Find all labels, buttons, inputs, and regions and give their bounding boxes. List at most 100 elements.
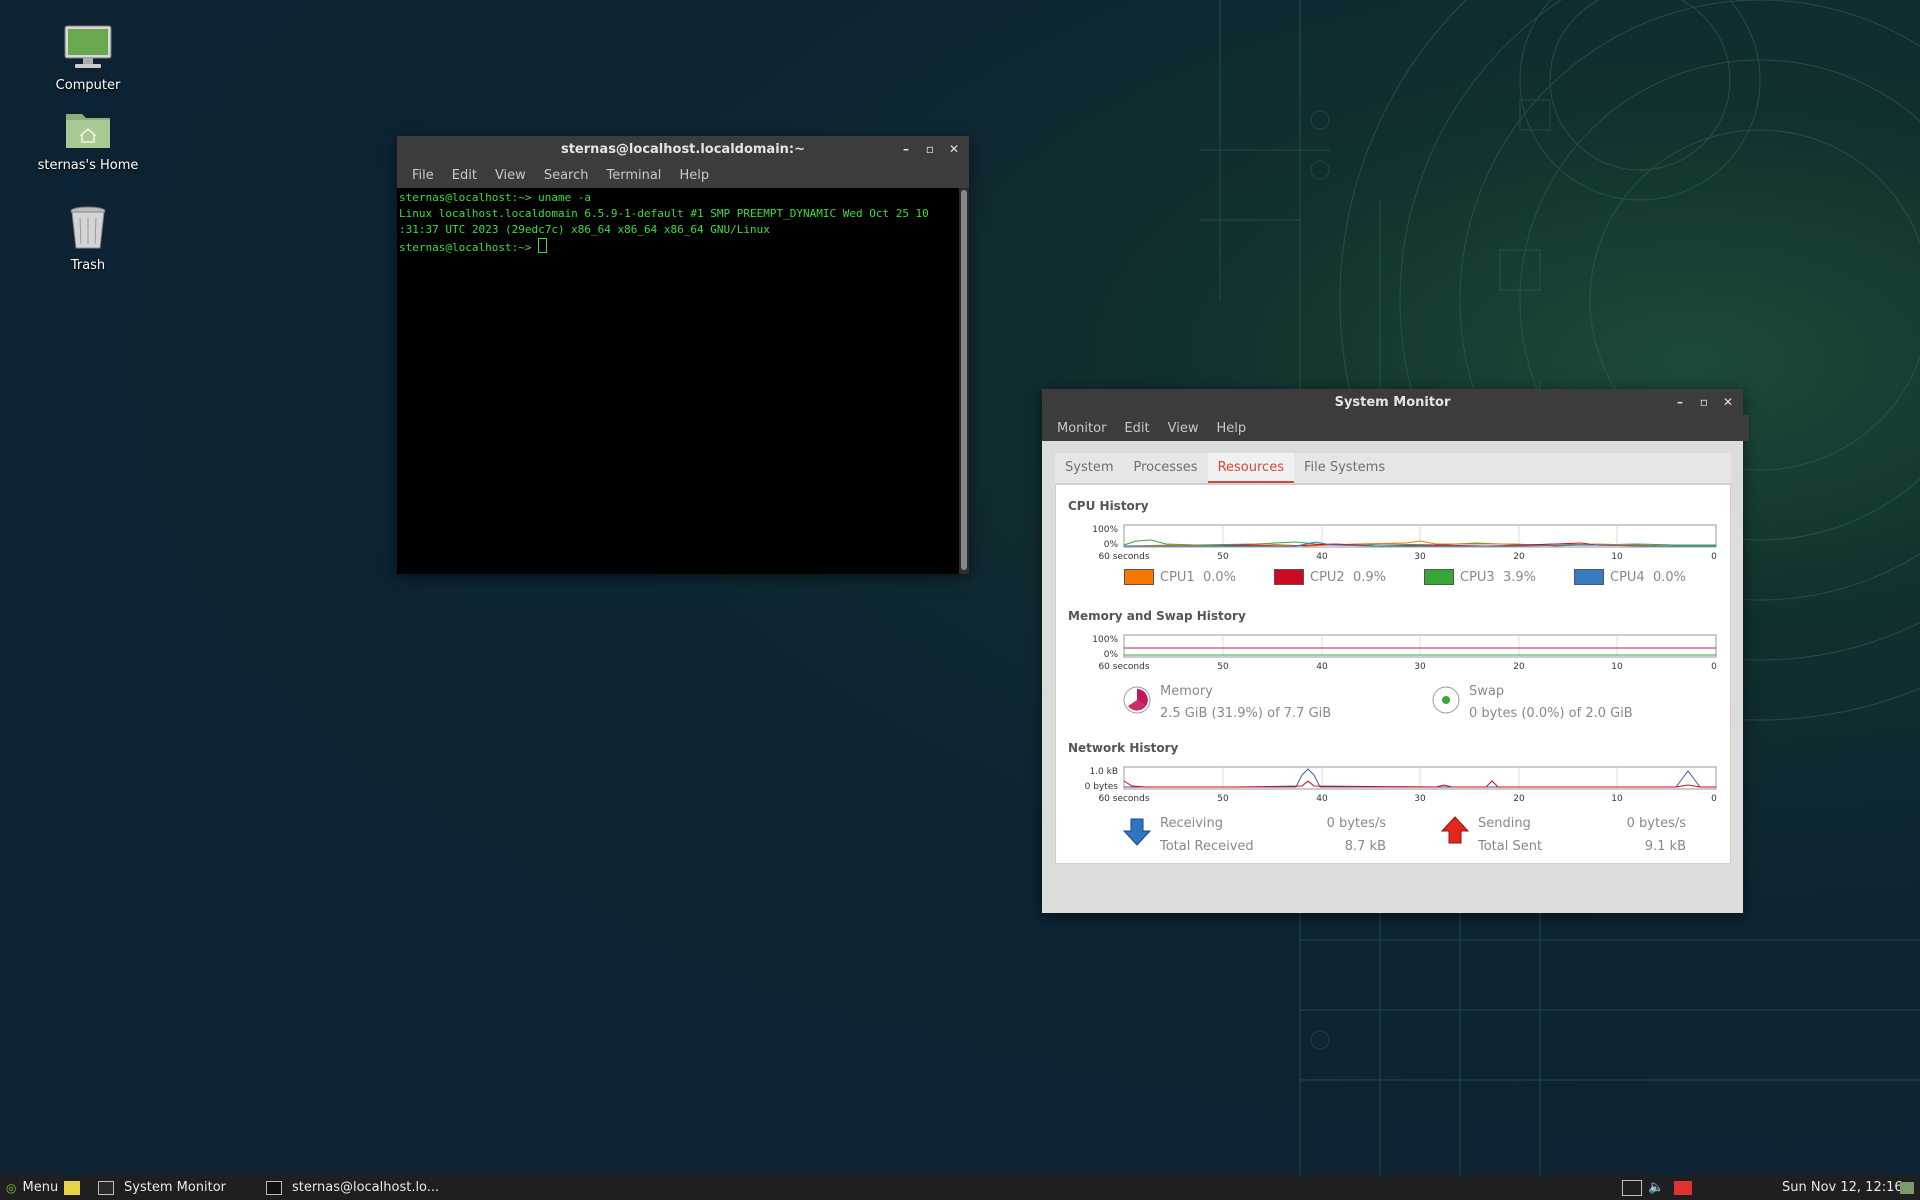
window-title: sternas@localhost.localdomain:~ (560, 141, 806, 157)
sending-label: Sending (1478, 816, 1531, 831)
menu-help[interactable]: Help (670, 168, 718, 183)
show-desktop-button[interactable] (1900, 1175, 1914, 1200)
total-received-label: Total Received (1160, 839, 1254, 854)
tab-processes[interactable]: Processes (1123, 453, 1207, 483)
maximize-button[interactable]: ▫ (1695, 392, 1713, 412)
terminal-menubar: File Edit View Search Terminal Help (397, 162, 969, 188)
memory-label: Memory (1160, 684, 1213, 699)
x-tick: 20 (1513, 794, 1525, 804)
cpu1-legend[interactable]: CPU1 0.0% (1124, 569, 1236, 585)
x-tick: 40 (1316, 794, 1328, 804)
trash-icon (60, 200, 116, 256)
terminal-icon (266, 1180, 282, 1195)
x-tick: 0 (1711, 662, 1717, 672)
cpu2-legend[interactable]: CPU2 0.9% (1274, 569, 1386, 585)
tab-system[interactable]: System (1055, 453, 1123, 483)
network-icon (1622, 1179, 1642, 1196)
x-tick: 20 (1513, 662, 1525, 672)
cpu1-color-swatch[interactable] (1124, 569, 1154, 585)
volume-tray-icon[interactable]: 🔈 (1648, 1175, 1664, 1200)
close-button[interactable]: ✕ (1719, 392, 1737, 412)
total-sent-value: 9.1 kB (1644, 839, 1686, 854)
tab-file-systems[interactable]: File Systems (1294, 453, 1395, 483)
sending-value: 0 bytes/s (1626, 816, 1686, 831)
minimize-button[interactable]: – (897, 139, 915, 159)
maximize-button[interactable]: ▫ (921, 139, 939, 159)
cpu2-color-swatch[interactable] (1274, 569, 1304, 585)
system-monitor-window[interactable]: System Monitor – ▫ ✕ Monitor Edit View H… (1042, 389, 1749, 913)
x-tick: 50 (1217, 552, 1229, 562)
show-desktop-icon (1900, 1181, 1914, 1194)
cpu1-value: 0.0% (1202, 569, 1236, 585)
memory-history-graph: 100% 0% 60 seconds 50 40 30 20 10 0 (1092, 634, 1717, 672)
cpu3-legend[interactable]: CPU3 3.9% (1424, 569, 1536, 585)
terminal-titlebar[interactable]: sternas@localhost.localdomain:~ – ▫ ✕ (397, 136, 969, 162)
desktop-icon-label: sternas's Home (37, 158, 139, 173)
cpu-y-bottom: 0% (1104, 540, 1119, 550)
tab-resources[interactable]: Resources (1207, 453, 1294, 483)
resources-panel: CPU History 100% 0% 60 seconds 50 40 30 … (1055, 484, 1731, 864)
mem-y-top: 100% (1092, 635, 1118, 645)
x-tick: 0 (1711, 794, 1717, 804)
cpu4-label: CPU4 (1610, 569, 1645, 585)
menu-view[interactable]: View (486, 168, 535, 183)
notes-launcher[interactable] (64, 1175, 80, 1200)
menu-monitor[interactable]: Monitor (1048, 421, 1115, 436)
menu-button[interactable]: ◎ Menu (6, 1175, 58, 1200)
x-tick: 0 (1711, 552, 1717, 562)
sysmon-titlebar[interactable]: System Monitor – ▫ ✕ (1042, 389, 1743, 415)
network-history-graph: 1.0 kB 0 bytes 60 seconds 50 40 30 20 10… (1085, 766, 1717, 804)
terminal-prompt: sternas@localhost:~> (399, 241, 539, 254)
menu-edit[interactable]: Edit (443, 168, 486, 183)
sysmon-menubar: Monitor Edit View Help (1042, 415, 1749, 441)
menu-view[interactable]: View (1159, 421, 1208, 436)
minimize-button[interactable]: – (1671, 392, 1689, 412)
cpu-history-graph: 100% 0% 60 seconds 50 40 30 20 10 0 (1092, 524, 1717, 562)
task-system-monitor[interactable]: System Monitor (98, 1175, 226, 1200)
menu-search[interactable]: Search (535, 168, 598, 183)
clock[interactable]: Sun Nov 12, 12:16 (1782, 1175, 1903, 1200)
system-monitor-icon (98, 1180, 114, 1195)
update-icon (1674, 1180, 1692, 1195)
total-sent-label: Total Sent (1478, 839, 1543, 854)
computer-icon (60, 20, 116, 76)
net-y-bottom: 0 bytes (1085, 782, 1119, 792)
menu-file[interactable]: File (403, 168, 443, 183)
cpu3-color-swatch[interactable] (1424, 569, 1454, 585)
swap-pie-icon[interactable] (1431, 685, 1461, 715)
cpu4-color-swatch[interactable] (1574, 569, 1604, 585)
task-label: sternas@localhost.lo... (292, 1180, 440, 1195)
mem-y-bottom: 0% (1104, 650, 1119, 660)
menu-label: Menu (22, 1180, 59, 1195)
desktop-icon-trash[interactable]: Trash (28, 200, 148, 273)
cpu2-value: 0.9% (1352, 569, 1386, 585)
desktop-icon-computer[interactable]: Computer (28, 20, 148, 93)
x-tick: 10 (1611, 794, 1623, 804)
menu-edit[interactable]: Edit (1115, 421, 1158, 436)
swap-label: Swap (1469, 684, 1505, 699)
terminal-scrollbar[interactable] (959, 188, 969, 574)
menu-terminal[interactable]: Terminal (597, 168, 670, 183)
updates-tray-icon[interactable] (1674, 1175, 1692, 1200)
terminal-window[interactable]: sternas@localhost.localdomain:~ – ▫ ✕ Fi… (397, 136, 969, 574)
desktop-icon-label: Trash (70, 258, 106, 273)
task-label: System Monitor (124, 1180, 227, 1195)
close-button[interactable]: ✕ (945, 139, 963, 159)
receiving-arrow-icon[interactable] (1122, 817, 1152, 851)
menu-help[interactable]: Help (1207, 421, 1255, 436)
memory-history-title: Memory and Swap History (1068, 609, 1246, 623)
text-cursor (538, 238, 548, 253)
cpu3-value: 3.9% (1502, 569, 1536, 585)
network-tray-icon[interactable] (1622, 1175, 1642, 1200)
cpu-y-top: 100% (1092, 525, 1118, 535)
clock-label: Sun Nov 12, 12:16 (1782, 1180, 1903, 1195)
terminal-line: Linux localhost.localdomain 6.5.9-1-defa… (399, 207, 929, 220)
sending-arrow-icon[interactable] (1440, 815, 1470, 849)
task-terminal[interactable]: sternas@localhost.lo... (266, 1175, 439, 1200)
x-tick: 30 (1414, 552, 1426, 562)
terminal-output[interactable]: sternas@localhost:~> uname -a Linux loca… (397, 188, 959, 574)
cpu4-legend[interactable]: CPU4 0.0% (1574, 569, 1686, 585)
scrollbar-thumb[interactable] (961, 190, 967, 570)
desktop-icon-home[interactable]: sternas's Home (28, 100, 148, 173)
memory-pie-icon[interactable] (1122, 685, 1152, 715)
